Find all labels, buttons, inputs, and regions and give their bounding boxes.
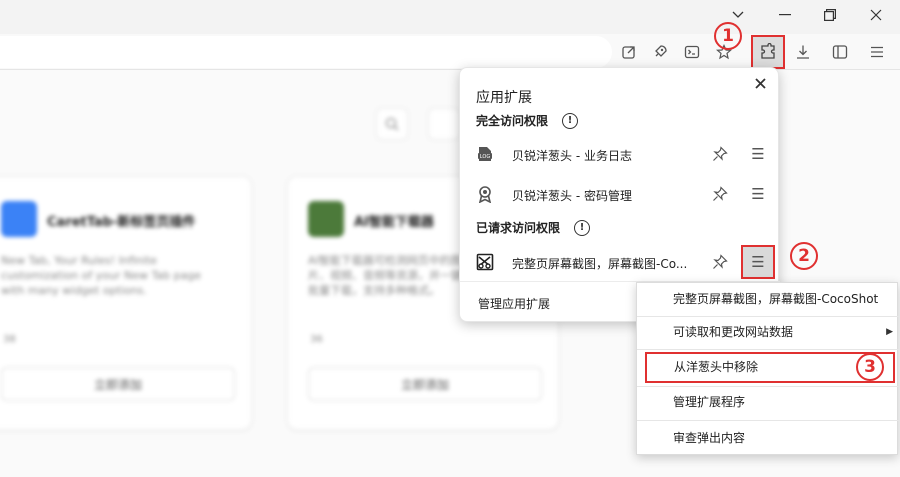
downloads-button[interactable] <box>788 37 818 67</box>
extension-name: 贝锐洋葱头 - 密码管理 <box>512 189 632 203</box>
annotation-step-1: 1 <box>714 22 742 50</box>
log-icon: LOG <box>476 145 494 163</box>
minimize-icon <box>779 14 791 16</box>
card-meta: 36 <box>310 334 323 345</box>
card-title: CaretTab-新标签页插件 <box>47 215 196 230</box>
close-icon <box>870 9 882 21</box>
info-icon[interactable]: ! <box>562 112 579 129</box>
extension-card: CaretTab-新标签页插件 New Tab, Your Rules! Inf… <box>0 176 252 430</box>
menu-item-extension-name[interactable]: 完整页屏幕截图，屏幕截图-CocoShot <box>637 283 899 317</box>
menu-separator <box>637 420 899 421</box>
chevron-down-icon <box>732 11 744 18</box>
submenu-arrow-icon: ▶ <box>886 327 893 337</box>
manage-extensions-link[interactable]: 管理应用扩展 <box>478 295 550 312</box>
annotation-step-3: 3 <box>856 353 884 381</box>
browser-toolbar <box>0 34 900 70</box>
menu-separator <box>637 349 899 350</box>
extension-row[interactable]: LOG 贝锐洋葱头 - 业务日志 ☰ <box>460 137 780 171</box>
menu-item-label: 审查弹出内容 <box>673 431 746 445</box>
close-window-button[interactable] <box>854 0 898 30</box>
terminal-button[interactable] <box>677 37 707 67</box>
section-label: 完全访问权限 <box>476 114 549 128</box>
menu-icon <box>871 46 883 58</box>
svg-text:LOG: LOG <box>480 154 491 160</box>
pin-icon[interactable] <box>712 146 728 162</box>
share-button[interactable] <box>614 37 644 67</box>
restore-button[interactable] <box>808 0 852 30</box>
minimize-button[interactable] <box>763 0 807 30</box>
share-icon <box>622 46 635 59</box>
search-box <box>376 108 408 140</box>
search-icon <box>385 117 399 131</box>
card-description: New Tab, Your Rules! Infinite customizat… <box>1 254 202 297</box>
extension-row[interactable]: 完整页屏幕截图，屏幕截图-Co... ☰ <box>460 245 780 279</box>
popup-close-button[interactable] <box>750 74 770 94</box>
filter-box <box>428 108 460 140</box>
pin-icon[interactable] <box>712 254 728 270</box>
annotation-step-2: 2 <box>790 242 818 270</box>
extension-menu-button[interactable]: ☰ <box>748 185 768 203</box>
add-button: 立即添加 <box>1 367 235 401</box>
menu-item-site-access[interactable]: 可读取和更改网站数据 ▶ <box>637 316 899 350</box>
extensions-icon <box>761 43 775 59</box>
restore-icon <box>824 9 836 21</box>
extension-name: 完整页屏幕截图，屏幕截图-Co... <box>512 257 688 271</box>
menu-item-manage-extension[interactable]: 管理扩展程序 <box>637 386 899 420</box>
extension-row[interactable]: 贝锐洋葱头 - 密码管理 ☰ <box>460 177 780 211</box>
sidebar-icon <box>832 45 848 59</box>
menu-item-label: 从洋葱头中移除 <box>674 360 759 374</box>
settings-menu-button[interactable] <box>862 37 892 67</box>
rocket-icon <box>655 45 667 57</box>
app-icon <box>1 201 37 237</box>
close-icon <box>754 78 766 89</box>
section-label: 已请求访问权限 <box>476 221 561 235</box>
card-description: AI智能下载器可检测网页中的图片、视频、音频等资源，并一键批量下载，支持多种格式… <box>308 254 462 297</box>
extension-menu-button-active[interactable]: ☰ <box>741 245 775 279</box>
info-icon[interactable]: ! <box>574 219 591 236</box>
terminal-icon <box>684 45 700 59</box>
menu-item-label: 可读取和更改网站数据 <box>673 325 794 339</box>
popup-title: 应用扩展 <box>476 90 532 106</box>
menu-item-label: 管理扩展程序 <box>673 395 746 409</box>
award-icon <box>476 185 494 203</box>
extension-name: 贝锐洋葱头 - 业务日志 <box>512 149 632 163</box>
extensions-button[interactable] <box>751 35 785 69</box>
menu-item-label: 完整页屏幕截图，屏幕截图-CocoShot <box>673 292 879 306</box>
pin-icon[interactable] <box>712 186 728 202</box>
scissors-icon <box>476 253 494 271</box>
full-access-section: 完全访问权限 ! <box>476 112 579 129</box>
sidebar-button[interactable] <box>825 37 855 67</box>
app-icon <box>308 201 344 237</box>
card-meta: 38 <box>3 334 16 345</box>
download-icon <box>797 45 809 59</box>
address-bar[interactable] <box>0 36 612 68</box>
card-title: AI智能下载器 <box>354 215 434 230</box>
rocket-button[interactable] <box>645 37 675 67</box>
menu-item-inspect-popup[interactable]: 审查弹出内容 <box>637 422 899 456</box>
add-button: 立即添加 <box>308 367 542 401</box>
requested-access-section: 已请求访问权限 ! <box>476 219 591 236</box>
title-bar <box>0 0 900 34</box>
extension-menu-button[interactable]: ☰ <box>748 145 768 163</box>
